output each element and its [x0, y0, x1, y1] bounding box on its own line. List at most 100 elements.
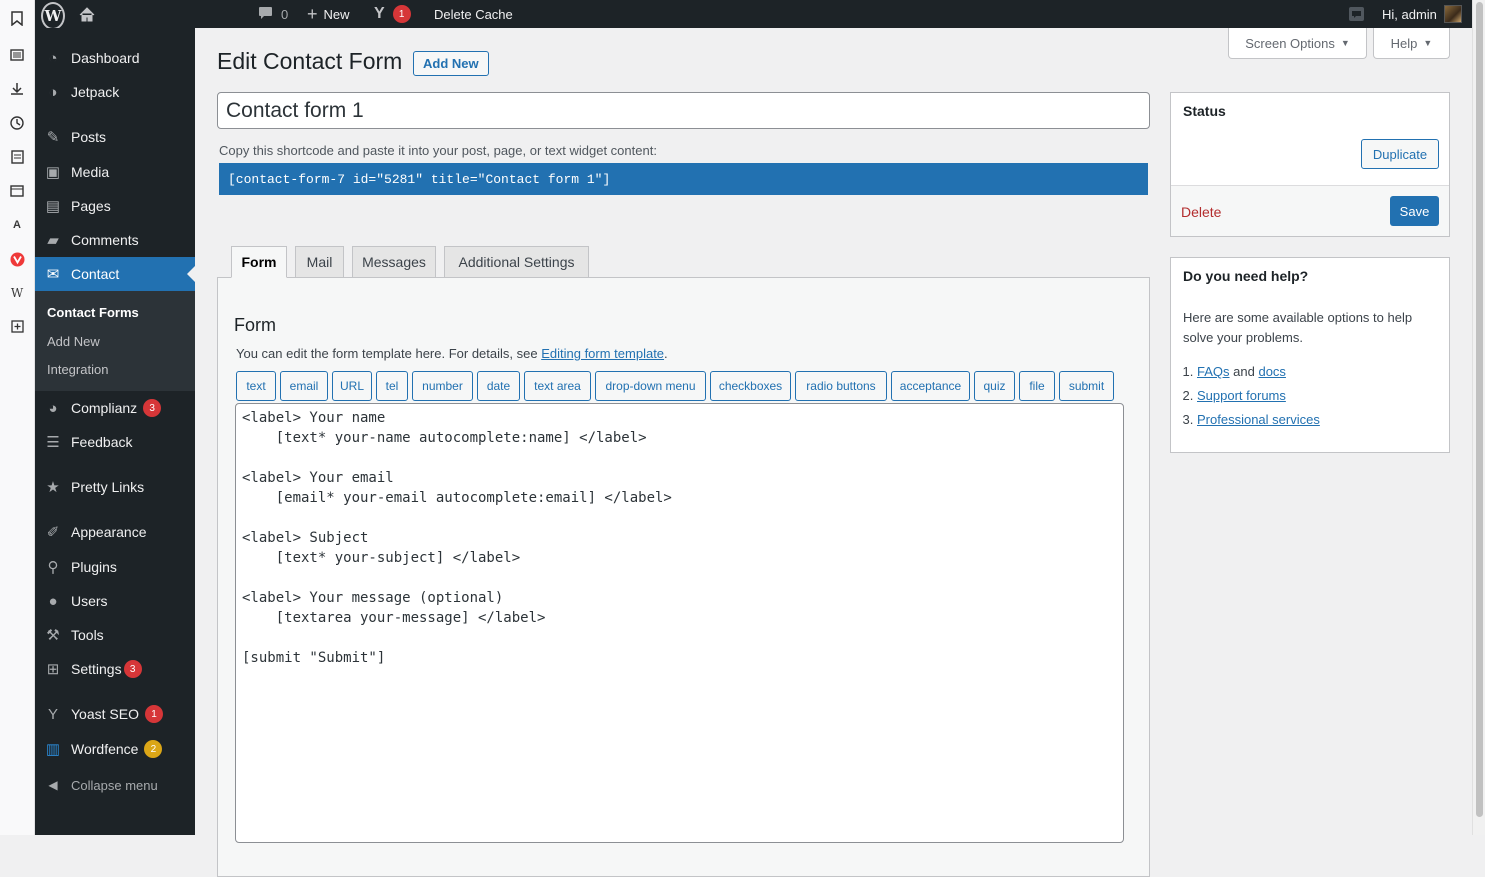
professional-services-link[interactable]: Professional services [1197, 412, 1320, 427]
sidebar-item-pretty-links[interactable]: ★ Pretty Links [35, 470, 195, 504]
help-links-list: FAQs and docs Support forums Professiona… [1183, 360, 1320, 432]
notification-icon[interactable] [1349, 0, 1364, 28]
tab-form[interactable]: Form [231, 246, 287, 278]
tag-button-textarea[interactable]: text area [524, 371, 591, 401]
tag-button-text[interactable]: text [236, 371, 276, 401]
admin-sidebar: ◔ Dashboard ◑ Jetpack ✎ Posts ▣ Media ▤ … [35, 28, 195, 835]
notes-icon[interactable] [9, 149, 25, 165]
yoast-badge: 1 [144, 705, 163, 723]
form-template-editor[interactable]: <label> Your name [text* your-name autoc… [235, 403, 1124, 843]
tab-messages[interactable]: Messages [352, 246, 436, 278]
sidebar-item-posts[interactable]: ✎ Posts [35, 120, 195, 154]
add-new-button[interactable]: Add New [413, 51, 489, 76]
admin-bar: W 0 + New Y 1 Delete Cache Hi, admin [35, 0, 1472, 30]
my-account-link[interactable]: Hi, admin [1382, 0, 1462, 28]
submenu-integration[interactable]: Integration [47, 362, 108, 377]
tag-button-checkboxes[interactable]: checkboxes [710, 371, 791, 401]
editing-form-template-link[interactable]: Editing form template [541, 346, 664, 361]
caret-down-icon: ▼ [1423, 38, 1433, 48]
dashboard-icon: ◔ [48, 49, 58, 67]
greeting-text: Hi, admin [1382, 6, 1437, 22]
scrollbar-thumb[interactable] [1476, 2, 1483, 817]
sidebar-item-label: Comments [71, 232, 139, 248]
help-button[interactable]: Help ▼ [1373, 28, 1450, 59]
tag-button-radio[interactable]: radio buttons [795, 371, 887, 401]
tag-button-file[interactable]: file [1019, 371, 1055, 401]
sidebar-item-jetpack[interactable]: ◑ Jetpack [35, 75, 195, 109]
delete-cache-link[interactable]: Delete Cache [434, 0, 513, 28]
yoast-notification-badge: 1 [392, 5, 411, 23]
sidebar-item-label: Complianz [71, 400, 138, 416]
sidebar-item-label: Dashboard [71, 50, 140, 66]
tag-button-dropdown[interactable]: drop-down menu [595, 371, 706, 401]
yoast-adminbar-link[interactable]: Y 1 [374, 0, 411, 28]
and-text: and [1233, 364, 1255, 379]
help-label: Help [1390, 35, 1418, 51]
sidebar-item-dashboard[interactable]: ◔ Dashboard [35, 41, 195, 75]
add-panel-icon[interactable] [9, 318, 25, 334]
faqs-link[interactable]: FAQs [1197, 364, 1230, 379]
sidebar-item-contact[interactable]: ✉ Contact [35, 257, 195, 291]
sidebar-item-label: Tools [71, 627, 104, 643]
tag-button-date[interactable]: date [477, 371, 520, 401]
wikipedia-icon[interactable]: W [9, 285, 25, 301]
history-icon[interactable] [9, 115, 25, 131]
plugin-icon: ⚲ [47, 559, 59, 576]
tag-button-number[interactable]: number [412, 371, 473, 401]
submenu-contact-forms[interactable]: Contact Forms [47, 305, 139, 320]
translate-icon[interactable]: A [9, 217, 25, 233]
duplicate-button[interactable]: Duplicate [1361, 139, 1439, 169]
tag-button-email[interactable]: email [280, 371, 328, 401]
bookmark-icon[interactable] [9, 10, 25, 26]
pin-icon: ✎ [46, 129, 60, 146]
list-item: Professional services [1197, 408, 1320, 432]
tag-button-quiz[interactable]: quiz [974, 371, 1015, 401]
sidebar-item-label: Media [71, 164, 110, 180]
tag-button-acceptance[interactable]: acceptance [891, 371, 970, 401]
save-button[interactable]: Save [1390, 196, 1439, 226]
window-icon[interactable] [9, 183, 25, 199]
collapse-menu-button[interactable]: ◀ Collapse menu [35, 770, 195, 800]
sidebar-item-label: Yoast SEO [71, 706, 139, 722]
tag-button-submit[interactable]: submit [1059, 371, 1114, 401]
sidebar-item-comments[interactable]: ▰ Comments [35, 223, 195, 257]
sidebar-item-wordfence[interactable]: ▥ Wordfence 2 [35, 732, 195, 766]
sidebar-item-settings[interactable]: ⊞ Settings 3 [35, 652, 195, 686]
sidebar-item-users[interactable]: ● Users [35, 584, 195, 618]
new-content-link[interactable]: + New [307, 0, 350, 28]
shortcode-field[interactable]: [contact-form-7 id="5281" title="Contact… [219, 163, 1148, 195]
sidebar-item-media[interactable]: ▣ Media [35, 155, 195, 189]
screen-options-button[interactable]: Screen Options ▼ [1228, 28, 1367, 59]
support-forums-link[interactable]: Support forums [1197, 388, 1286, 403]
tab-mail[interactable]: Mail [295, 246, 344, 278]
submenu-add-new[interactable]: Add New [47, 334, 100, 349]
sidebar-item-label: Contact [71, 266, 120, 282]
sidebar-item-pages[interactable]: ▤ Pages [35, 189, 195, 223]
comments-link[interactable]: 0 [258, 0, 288, 28]
collapse-arrow-icon: ◀ [48, 778, 58, 792]
pretty-links-icon: ★ [46, 479, 60, 496]
tag-button-url[interactable]: URL [332, 371, 372, 401]
reader-icon[interactable] [9, 47, 25, 63]
download-icon[interactable] [9, 81, 25, 97]
status-title: Status [1183, 103, 1226, 119]
comment-bubble-icon [258, 6, 273, 23]
sidebar-item-yoast-seo[interactable]: Y Yoast SEO 1 [35, 697, 195, 731]
tab-additional-settings[interactable]: Additional Settings [444, 246, 589, 278]
delete-link[interactable]: Delete [1181, 204, 1221, 220]
tag-button-tel[interactable]: tel [376, 371, 408, 401]
docs-link[interactable]: docs [1258, 364, 1285, 379]
sidebar-item-plugins[interactable]: ⚲ Plugins [35, 550, 195, 584]
sidebar-item-complianz[interactable]: ◕ Complianz 3 [35, 391, 195, 425]
wordpress-logo-icon[interactable]: W [41, 2, 65, 30]
vivaldi-icon[interactable] [9, 251, 25, 267]
home-icon[interactable] [79, 0, 95, 28]
avatar [1443, 5, 1462, 23]
form-title-input[interactable]: Contact form 1 [217, 92, 1150, 129]
page-title: Edit Contact Form [217, 48, 403, 74]
sidebar-item-appearance[interactable]: ✐ Appearance [35, 515, 195, 549]
page-scrollbar[interactable] [1472, 0, 1485, 835]
sidebar-item-feedback[interactable]: ☰ Feedback [35, 425, 195, 459]
sidebar-item-tools[interactable]: ⚒ Tools [35, 618, 195, 652]
yoast-icon: Y [47, 705, 58, 723]
